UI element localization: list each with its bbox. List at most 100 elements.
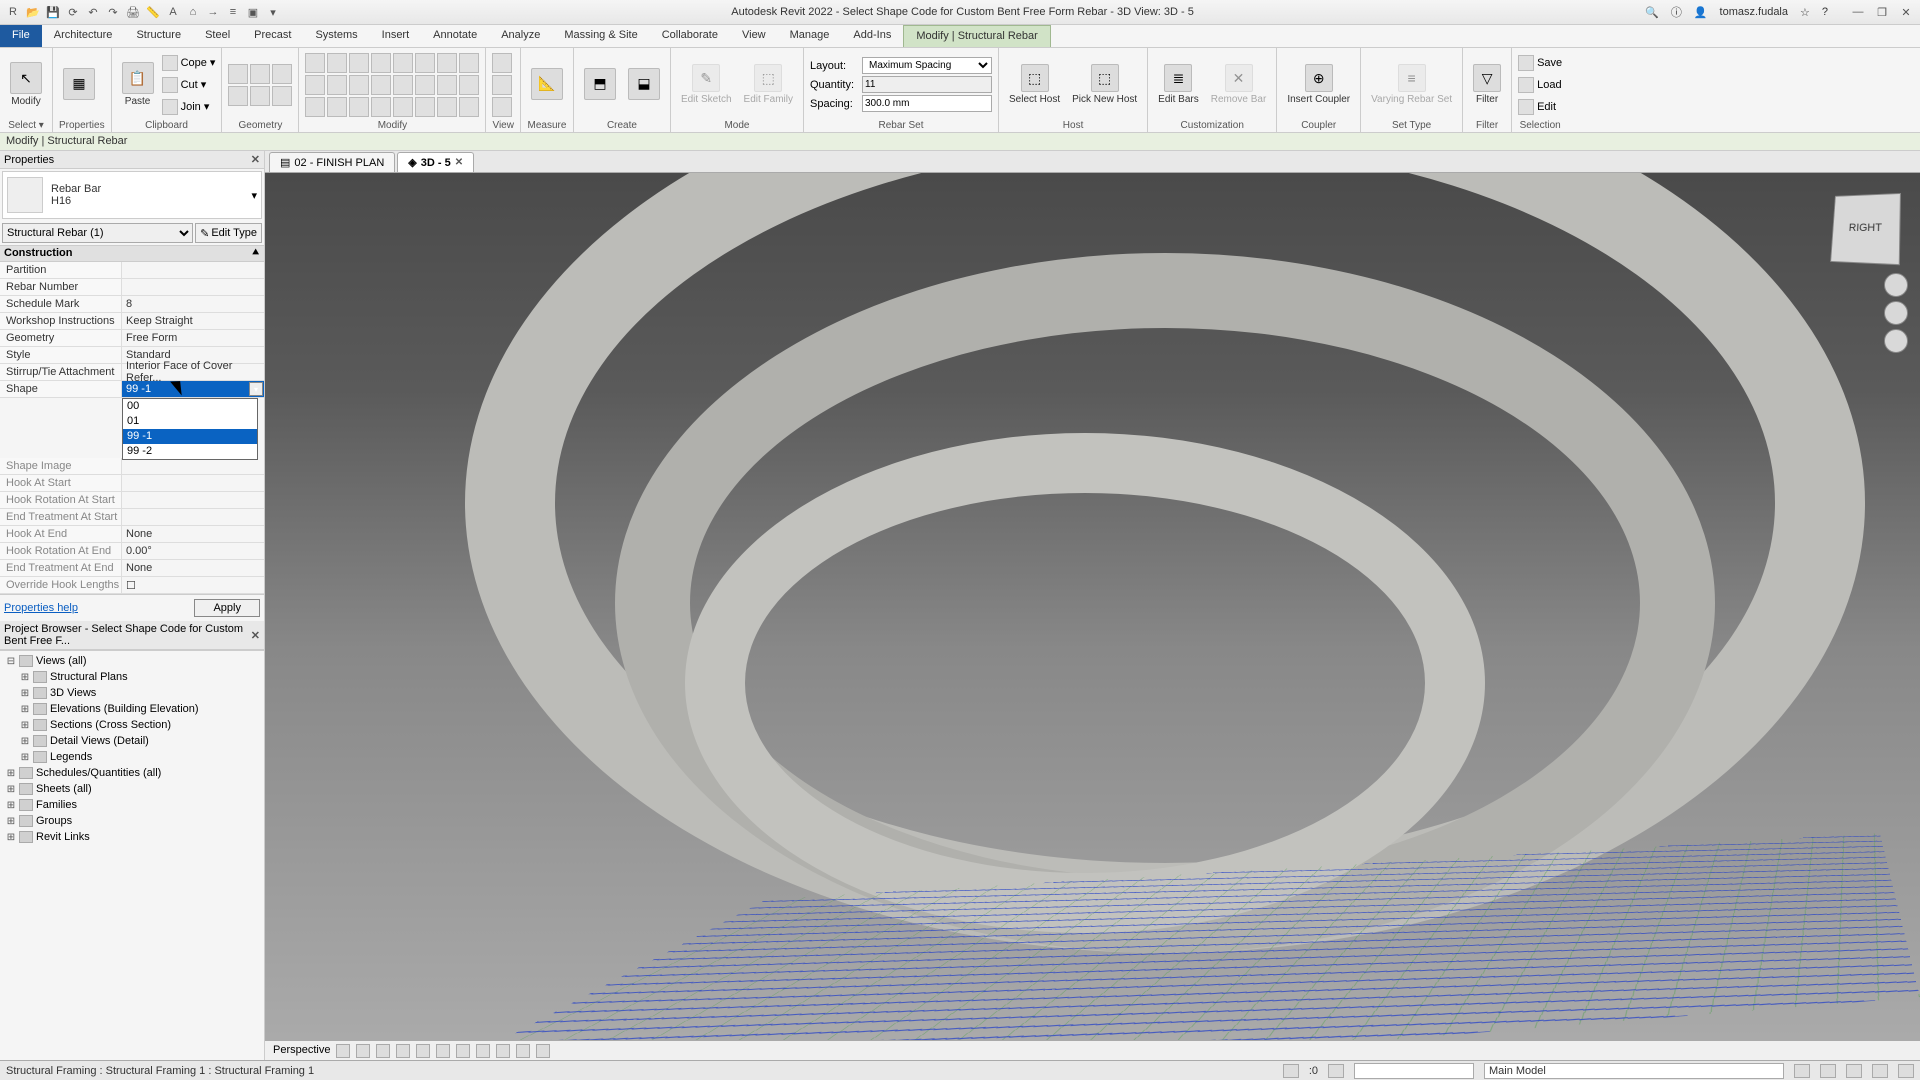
shape-dropdown-list[interactable]: 00 01 99 -1 99 -2 [122,398,258,460]
project-browser[interactable]: ⊟Views (all) ⊞Structural Plans⊞3D Views⊞… [0,650,264,1060]
prop-row[interactable]: Override Hook Lengths☐ [0,577,264,594]
detail-level-icon[interactable] [336,1044,350,1058]
modify-tools[interactable] [305,53,479,117]
shadows-icon[interactable] [396,1044,410,1058]
lock-icon[interactable] [476,1044,490,1058]
edit-type-button[interactable]: ✎Edit Type [195,223,262,243]
view-tools[interactable] [492,53,512,117]
steering-wheel-icon[interactable] [1884,273,1908,297]
tab-annotate[interactable]: Annotate [421,25,489,47]
tab-file[interactable]: File [0,25,42,47]
viewport-3d[interactable]: RIGHT [265,173,1920,1040]
thin-lines-icon[interactable]: ≡ [224,3,242,21]
prop-row[interactable]: Stirrup/Tie AttachmentInterior Face of C… [0,364,264,381]
tab-steel[interactable]: Steel [193,25,242,47]
tree-views[interactable]: ⊟Views (all) [2,653,262,669]
select-face-icon[interactable] [1846,1064,1862,1078]
select-links-icon[interactable] [1283,1064,1299,1078]
revit-icon[interactable]: R [4,3,22,21]
drag-elements-icon[interactable] [1872,1064,1888,1078]
help-icon[interactable]: ? [1820,6,1830,18]
select-host-button[interactable]: ⬚Select Host [1005,62,1064,107]
layout-select[interactable]: Maximum Spacing [862,57,992,74]
rendering-icon[interactable] [416,1044,430,1058]
tab-precast[interactable]: Precast [242,25,303,47]
load-selection-button[interactable]: Load [1518,75,1562,95]
properties-close-icon[interactable]: ✕ [251,153,260,166]
switch-windows-icon[interactable]: ▾ [264,3,282,21]
properties-button[interactable]: ▦ [59,66,99,104]
prop-row[interactable]: Hook At Start [0,475,264,492]
view-cube[interactable]: RIGHT [1830,193,1901,265]
prop-row[interactable]: Workshop InstructionsKeep Straight [0,313,264,330]
home-icon[interactable]: ⌂ [184,3,202,21]
prop-shape[interactable]: Shape 99 -1▾ [0,381,264,398]
shape-dropdown-icon[interactable]: ▾ [249,382,263,396]
join-button[interactable]: Join ▾ [162,97,216,117]
temp-hide-icon[interactable] [496,1044,510,1058]
infocenter-icon[interactable]: ⓘ [1669,4,1684,20]
edit-bars-button[interactable]: ≣Edit Bars [1154,62,1203,107]
tab-architecture[interactable]: Architecture [42,25,125,47]
view-tab-3d5[interactable]: ◈3D - 5✕ [397,152,474,172]
pan-icon[interactable] [1884,301,1908,325]
tab-modify-rebar[interactable]: Modify | Structural Rebar [903,25,1050,47]
create-button[interactable]: ⬒ [580,66,620,104]
group-construction[interactable]: Construction⯅ [0,245,264,262]
filter-button[interactable]: ▽Filter [1469,62,1505,107]
tree-node[interactable]: ⊞3D Views [2,685,262,701]
prop-row[interactable]: GeometryFree Form [0,330,264,347]
save-icon[interactable]: 💾 [44,3,62,21]
apply-button[interactable]: Apply [194,599,260,617]
prop-row[interactable]: End Treatment At EndNone [0,560,264,577]
print-icon[interactable]: 🖨 [124,3,142,21]
edit-family-button[interactable]: ⬚Edit Family [740,62,797,107]
nav-bar[interactable] [1884,273,1908,353]
tree-node[interactable]: ⊞Sheets (all) [2,781,262,797]
arrow-icon[interactable]: → [204,3,222,21]
reveal-icon[interactable] [516,1044,530,1058]
properties-help-link[interactable]: Properties help [4,602,78,614]
browser-close-icon[interactable]: ✕ [251,629,260,642]
spacing-input[interactable] [862,95,992,112]
tab-insert[interactable]: Insert [370,25,422,47]
cut-button[interactable]: Cut ▾ [162,75,216,95]
sun-path-icon[interactable] [376,1044,390,1058]
workset-combo[interactable] [1354,1063,1474,1079]
tree-node[interactable]: ⊞Revit Links [2,829,262,845]
tab-systems[interactable]: Systems [303,25,369,47]
zoom-icon[interactable] [1884,329,1908,353]
user-icon[interactable]: 👤 [1692,6,1710,19]
tree-node[interactable]: ⊞Schedules/Quantities (all) [2,765,262,781]
redo-icon[interactable]: ↷ [104,3,122,21]
view-scale[interactable]: Perspective [273,1044,330,1058]
tab-massing[interactable]: Massing & Site [552,25,649,47]
shape-option-00[interactable]: 00 [123,399,257,414]
favorites-icon[interactable]: ☆ [1798,6,1812,19]
select-pinned-icon[interactable] [1820,1064,1836,1078]
tab-manage[interactable]: Manage [778,25,842,47]
select-elements-icon[interactable] [1794,1064,1810,1078]
measure-icon[interactable]: 📏 [144,3,162,21]
measure-button[interactable]: 📐 [527,66,567,104]
insert-coupler-button[interactable]: ⊕Insert Coupler [1283,62,1354,107]
visual-style-icon[interactable] [356,1044,370,1058]
remove-bar-button[interactable]: ✕Remove Bar [1207,62,1271,107]
save-selection-button[interactable]: Save [1518,53,1562,73]
prop-row[interactable]: Hook Rotation At Start [0,492,264,509]
chevron-down-icon[interactable]: ▾ [251,189,257,202]
shape-option-99-2[interactable]: 99 -2 [123,444,257,459]
pick-new-host-button[interactable]: ⬚Pick New Host [1068,62,1141,107]
varying-rebar-button[interactable]: ≡Varying Rebar Set [1367,62,1456,107]
tab-close-icon[interactable]: ✕ [455,157,463,168]
quantity-input[interactable] [862,76,992,93]
category-select[interactable]: Structural Rebar (1) [2,223,193,243]
geometry-tools[interactable] [228,64,292,106]
crop-region-icon[interactable] [456,1044,470,1058]
prop-row[interactable]: Schedule Mark8 [0,296,264,313]
text-icon[interactable]: A [164,3,182,21]
crop-icon[interactable] [436,1044,450,1058]
tree-node[interactable]: ⊞Elevations (Building Elevation) [2,701,262,717]
editable-only-icon[interactable] [1328,1064,1344,1078]
paste-button[interactable]: 📋Paste [118,60,158,109]
